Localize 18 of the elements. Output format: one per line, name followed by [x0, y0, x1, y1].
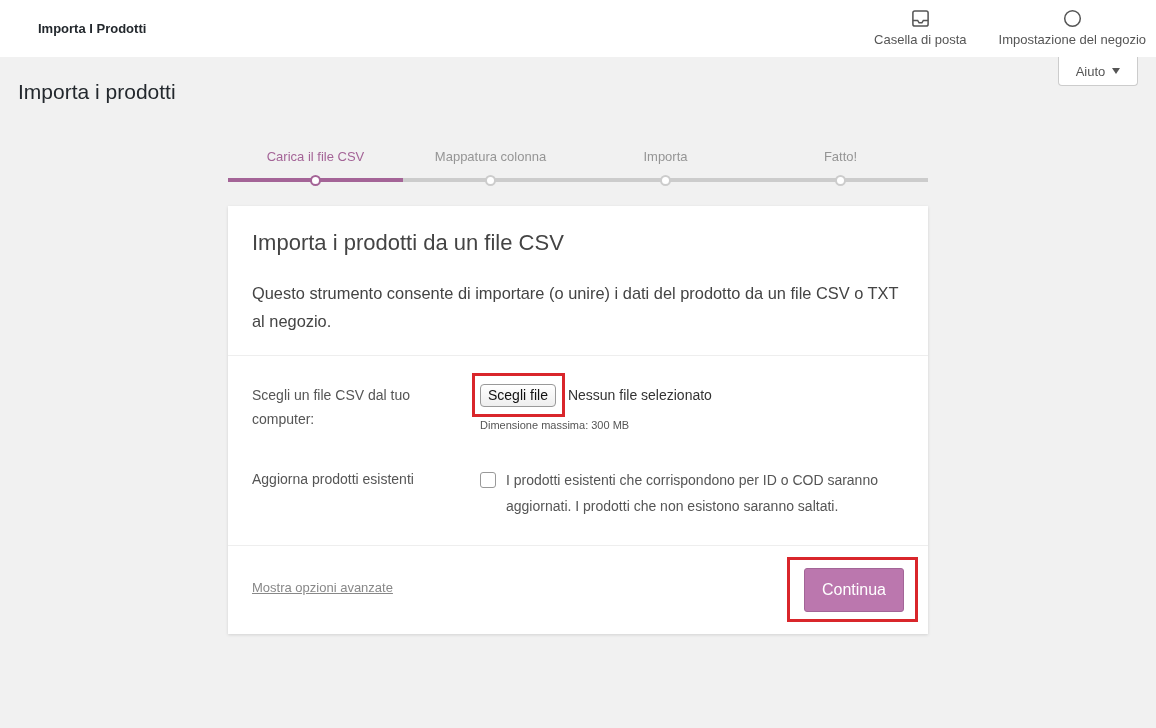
- file-status: Nessun file selezionato: [567, 387, 712, 403]
- inbox-icon: [910, 9, 930, 28]
- caret-icon: [1112, 68, 1121, 74]
- choose-file-button[interactable]: Scegli file: [480, 383, 556, 407]
- field-label: Aggiorna prodotti esistenti: [252, 470, 415, 489]
- page-title: Importa i prodotti: [18, 79, 176, 105]
- checkbox[interactable]: [480, 472, 496, 488]
- card-title: Importa i prodotti da un file CSV: [252, 229, 565, 257]
- field-label: Scegli un file CSV dal tuo computer:: [252, 386, 411, 429]
- header-action[interactable]: Impostazione del negozio: [998, 9, 1146, 47]
- header-action[interactable]: Casella di posta: [874, 9, 967, 47]
- help-button[interactable]: Aiuto: [1058, 57, 1138, 86]
- card-description: Questo strumento consente di importare (o unire) i dati del prodotto da un file CSV o TXT al negozio.: [252, 283, 900, 332]
- checkbox-label: I prodotti esistenti che corrispondono per ID o COD saranno aggiornati. I prodotti che non esistono saranno saltati.: [506, 471, 879, 516]
- circle-icon: [1062, 9, 1082, 28]
- advanced-options-link[interactable]: Mostra opzioni avanzate: [252, 579, 393, 595]
- app-title: Importa I Prodotti: [38, 21, 147, 36]
- size-note: Dimensione massima: 300 MB: [480, 419, 631, 431]
